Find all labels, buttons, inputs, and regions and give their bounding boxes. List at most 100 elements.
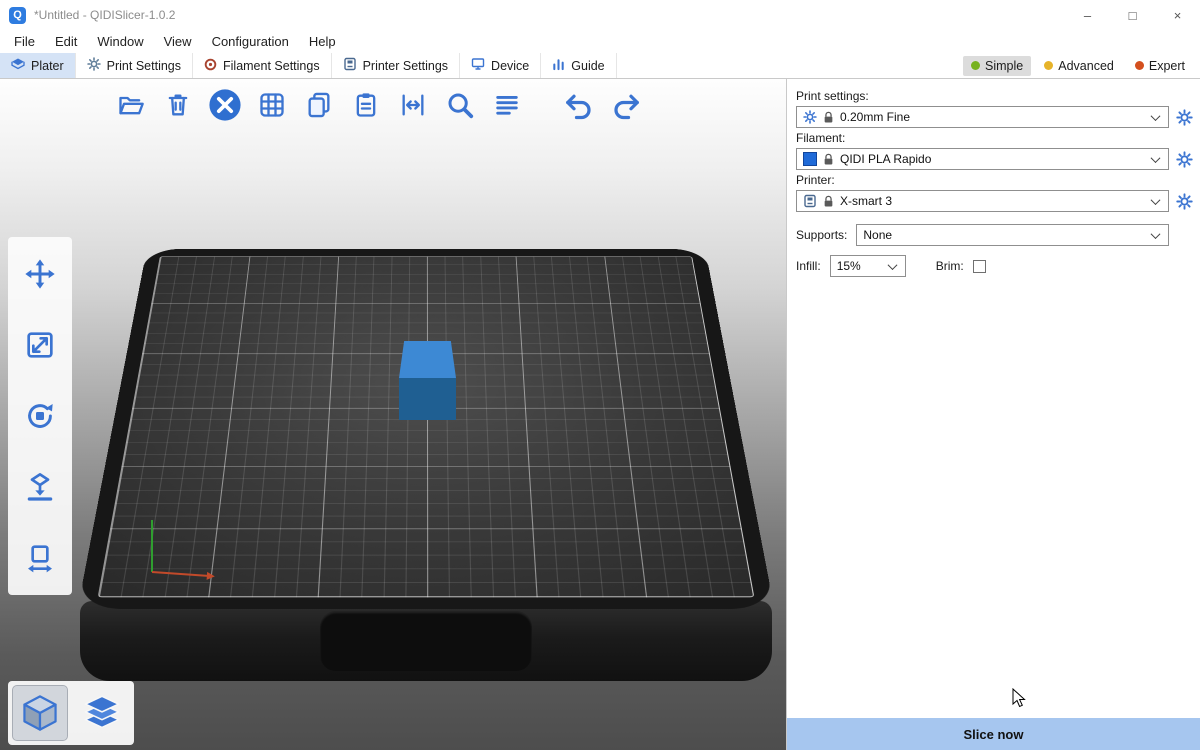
scale-icon: [24, 329, 56, 361]
printer-gear-button[interactable]: [1174, 191, 1194, 211]
menu-file[interactable]: File: [4, 32, 45, 51]
3d-editor-view-icon: [20, 693, 60, 733]
printer-icon: [803, 194, 817, 208]
window-title: *Untitled - QIDISlicer-1.0.2: [34, 8, 175, 22]
layer-editing-button[interactable]: [488, 86, 526, 124]
rotate-icon: [24, 400, 56, 432]
menu-configuration[interactable]: Configuration: [202, 32, 299, 51]
print-settings-value: 0.20mm Fine: [840, 110, 910, 124]
bed-grid: [98, 256, 755, 597]
infill-combobox[interactable]: 15%: [830, 255, 906, 277]
print-bed: [78, 249, 775, 609]
minimize-button[interactable]: –: [1065, 0, 1110, 30]
print-settings-combobox[interactable]: 0.20mm Fine: [796, 106, 1169, 128]
paste-button[interactable]: [347, 86, 385, 124]
tab-print-settings[interactable]: Print Settings: [76, 53, 193, 78]
mode-label: Simple: [985, 59, 1023, 73]
guide-bars-icon: [552, 58, 565, 74]
infill-value: 15%: [837, 259, 861, 273]
gear-icon: [803, 110, 817, 124]
print-settings-row: 0.20mm Fine: [796, 106, 1194, 128]
3d-editor-view-button[interactable]: [13, 686, 67, 740]
delete-icon: [164, 91, 192, 119]
expert-mode-dot-icon: [1135, 61, 1144, 70]
redo-button[interactable]: [607, 86, 645, 124]
redo-icon: [611, 90, 641, 120]
mode-label: Advanced: [1058, 59, 1114, 73]
filament-combobox[interactable]: QIDI PLA Rapido: [796, 148, 1169, 170]
lock-icon: [823, 111, 834, 124]
delete-all-button[interactable]: [206, 86, 244, 124]
lock-icon: [823, 153, 834, 166]
copy-button[interactable]: [300, 86, 338, 124]
menu-help[interactable]: Help: [299, 32, 346, 51]
undo-button[interactable]: [560, 86, 598, 124]
place-on-face-tool-button[interactable]: [17, 464, 63, 510]
menu-view[interactable]: View: [154, 32, 202, 51]
slice-now-button[interactable]: Slice now: [787, 718, 1200, 750]
simple-mode-dot-icon: [971, 61, 980, 70]
filament-row: QIDI PLA Rapido: [796, 148, 1194, 170]
delete-button[interactable]: [159, 86, 197, 124]
mode-selector: Simple Advanced Expert: [963, 53, 1200, 78]
print-bed-front: [80, 601, 772, 681]
tab-device[interactable]: Device: [460, 53, 541, 78]
mode-advanced[interactable]: Advanced: [1036, 56, 1122, 76]
undo-icon: [564, 90, 594, 120]
instances-button[interactable]: [394, 86, 432, 124]
tab-label: Print Settings: [107, 59, 181, 73]
model-cube-top-face: [399, 341, 456, 378]
printer-value: X-smart 3: [840, 194, 892, 208]
printer-icon: [343, 57, 357, 74]
tab-guide[interactable]: Guide: [541, 53, 616, 78]
open-folder-icon: [117, 91, 145, 119]
view-toolbar: [8, 681, 134, 745]
move-icon: [24, 258, 56, 290]
filament-spool-icon: [204, 58, 217, 74]
chevron-down-icon: [1151, 111, 1161, 121]
advanced-mode-dot-icon: [1044, 61, 1053, 70]
print-settings-gear-button[interactable]: [1174, 107, 1194, 127]
window-controls: – □ ×: [1065, 0, 1200, 30]
mirror-tool-button[interactable]: [17, 535, 63, 581]
open-button[interactable]: [112, 86, 150, 124]
mirror-icon: [24, 542, 56, 574]
maximize-button[interactable]: □: [1110, 0, 1155, 30]
delete-all-icon: [208, 88, 242, 122]
arrange-button[interactable]: [253, 86, 291, 124]
supports-value: None: [863, 228, 892, 242]
mode-expert[interactable]: Expert: [1127, 56, 1193, 76]
menu-window[interactable]: Window: [87, 32, 153, 51]
filament-label: Filament:: [796, 131, 1194, 145]
close-button[interactable]: ×: [1155, 0, 1200, 30]
tab-filament-settings[interactable]: Filament Settings: [193, 53, 332, 78]
gear-icon: [1176, 193, 1193, 210]
printer-combobox[interactable]: X-smart 3: [796, 190, 1169, 212]
supports-combobox[interactable]: None: [856, 224, 1169, 246]
model-cube-front-face: [399, 378, 456, 420]
brim-checkbox[interactable]: [973, 260, 986, 273]
app-icon: Q: [9, 7, 26, 24]
scale-tool-button[interactable]: [17, 322, 63, 368]
settings-sidebar: Print settings: 0.20mm Fine Filament: QI…: [786, 79, 1200, 750]
filament-color-swatch: [803, 152, 817, 166]
plater-icon: [11, 57, 25, 74]
preview-layers-view-button[interactable]: [75, 686, 129, 740]
tab-printer-settings[interactable]: Printer Settings: [332, 53, 460, 78]
paste-icon: [352, 91, 380, 119]
mode-simple[interactable]: Simple: [963, 56, 1031, 76]
3d-viewport[interactable]: [0, 79, 786, 750]
3d-scene[interactable]: [0, 79, 786, 750]
place-on-face-icon: [24, 471, 56, 503]
rotate-tool-button[interactable]: [17, 393, 63, 439]
transform-toolbar: [8, 237, 72, 595]
search-button[interactable]: [441, 86, 479, 124]
tab-plater[interactable]: Plater: [0, 53, 76, 78]
bed-handle: [320, 611, 532, 671]
move-tool-button[interactable]: [17, 251, 63, 297]
gear-icon: [1176, 151, 1193, 168]
menu-edit[interactable]: Edit: [45, 32, 87, 51]
filament-gear-button[interactable]: [1174, 149, 1194, 169]
infill-label: Infill:: [796, 259, 821, 273]
model-cube[interactable]: [399, 341, 456, 420]
